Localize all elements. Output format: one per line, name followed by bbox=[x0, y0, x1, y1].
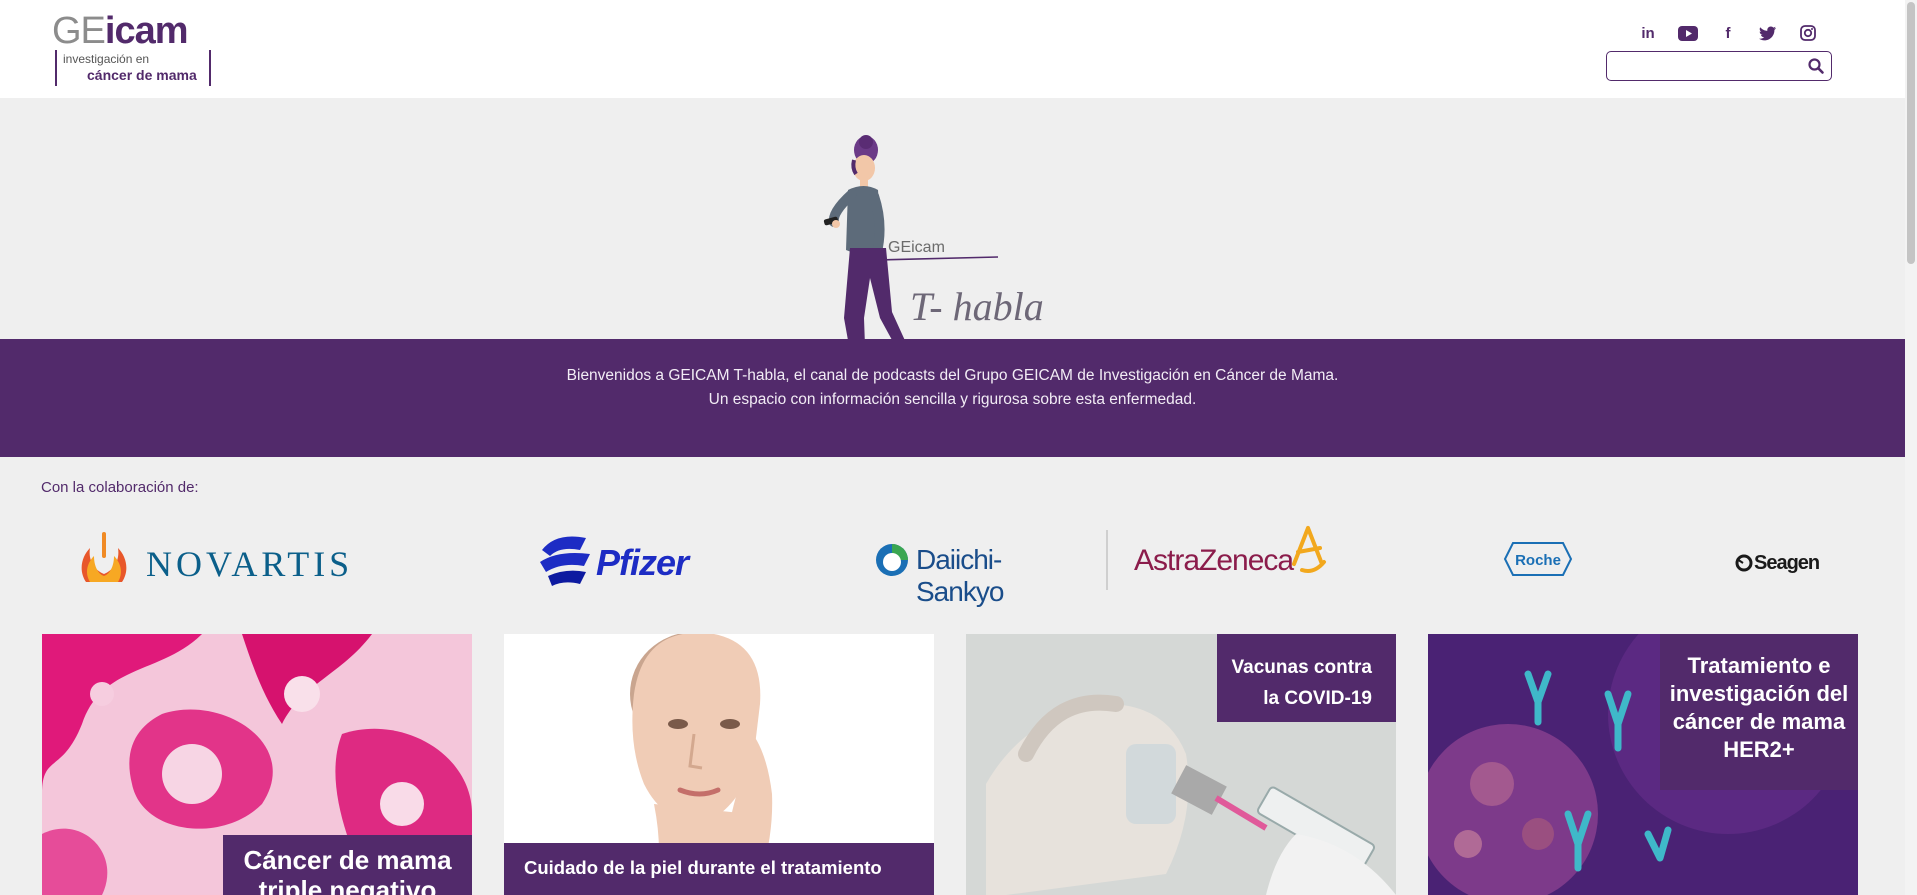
page-scrollbar[interactable] bbox=[1905, 0, 1917, 895]
pfizer-wordmark: Pfizer bbox=[596, 542, 689, 583]
welcome-line-2: Un espacio con información sencilla y ri… bbox=[708, 391, 1197, 408]
welcome-band: Bienvenidos a GEICAM T-habla, el canal d… bbox=[0, 339, 1905, 457]
seagen-logo[interactable]: Seagen bbox=[1734, 552, 1834, 576]
hero-banner: GEicam T- habla bbox=[0, 98, 1905, 380]
instagram-icon[interactable] bbox=[1788, 22, 1828, 44]
astrazeneca-wordmark: AstraZeneca bbox=[1134, 544, 1294, 577]
card-title[interactable]: Cuidado de la piel durante el tratamient… bbox=[504, 843, 934, 895]
astrazeneca-symbol-icon bbox=[1292, 526, 1326, 573]
youtube-icon[interactable] bbox=[1668, 22, 1708, 44]
podcast-card-covid-vaccines[interactable]: Vacunas contra la COVID-19 bbox=[966, 634, 1396, 895]
card-title[interactable]: Tratamiento e investigación del cáncer d… bbox=[1660, 634, 1858, 790]
geicam-logo[interactable]: GEicam investigación en cáncer de mama bbox=[52, 10, 224, 88]
search-input[interactable] bbox=[1613, 56, 1793, 76]
logo-tagline-line2: cáncer de mama bbox=[87, 67, 197, 83]
daiichi-wordmark: Daiichi-Sankyo bbox=[916, 544, 1004, 607]
logo-tagline-line1: investigación en bbox=[63, 52, 150, 66]
linkedin-icon[interactable]: in bbox=[1628, 22, 1668, 44]
welcome-line-1: Bienvenidos a GEICAM T-habla, el canal d… bbox=[566, 367, 1339, 384]
search-box bbox=[1606, 51, 1832, 81]
pfizer-swoosh-icon bbox=[540, 536, 590, 586]
daiichi-circle-icon bbox=[876, 544, 908, 576]
novartis-logo[interactable]: NOVARTIS bbox=[76, 530, 376, 584]
podcast-card-triple-negative[interactable]: Cáncer de mama triple negativo bbox=[42, 634, 472, 895]
facebook-icon[interactable]: f bbox=[1708, 22, 1748, 44]
hero-brand-title: T- habla bbox=[910, 284, 1044, 329]
podcast-card-skin-care[interactable]: Cuidado de la piel durante el tratamient… bbox=[504, 634, 934, 895]
scrollbar-thumb[interactable] bbox=[1907, 2, 1915, 264]
logo-tagline-box: investigación en cáncer de mama bbox=[55, 50, 211, 86]
daiichi-sankyo-logo[interactable]: Daiichi-Sankyo bbox=[874, 538, 1084, 607]
hero-brand-small: GEicam bbox=[888, 239, 945, 256]
seagen-swirl-icon bbox=[1735, 554, 1753, 572]
roche-logo[interactable]: Roche bbox=[1503, 541, 1573, 577]
pfizer-logo[interactable]: Pfizer bbox=[536, 528, 696, 592]
logo-wordmark: GEicam bbox=[52, 10, 189, 53]
astrazeneca-logo[interactable]: AstraZeneca bbox=[1132, 524, 1332, 586]
search-icon[interactable] bbox=[1807, 57, 1825, 75]
collaboration-label: Con la colaboración de: bbox=[41, 479, 199, 496]
novartis-flame-icon bbox=[81, 532, 127, 582]
card-title[interactable]: Vacunas contra la COVID-19 bbox=[1217, 634, 1396, 722]
logo-ge-text: GE bbox=[52, 10, 106, 52]
site-header: GEicam investigación en cáncer de mama i… bbox=[0, 0, 1905, 98]
twitter-icon[interactable] bbox=[1748, 22, 1788, 44]
podcast-card-her2[interactable]: Tratamiento e investigación del cáncer d… bbox=[1428, 634, 1858, 895]
seagen-wordmark: Seagen bbox=[1754, 552, 1820, 574]
sponsor-divider bbox=[1106, 530, 1108, 590]
roche-hexagon-icon: Roche bbox=[1503, 542, 1573, 576]
card-title[interactable]: Cáncer de mama triple negativo bbox=[223, 835, 472, 895]
novartis-wordmark: NOVARTIS bbox=[146, 544, 354, 584]
logo-icam-text: icam bbox=[104, 10, 189, 52]
roche-wordmark: Roche bbox=[1515, 552, 1561, 569]
social-links: in f bbox=[1628, 22, 1828, 44]
